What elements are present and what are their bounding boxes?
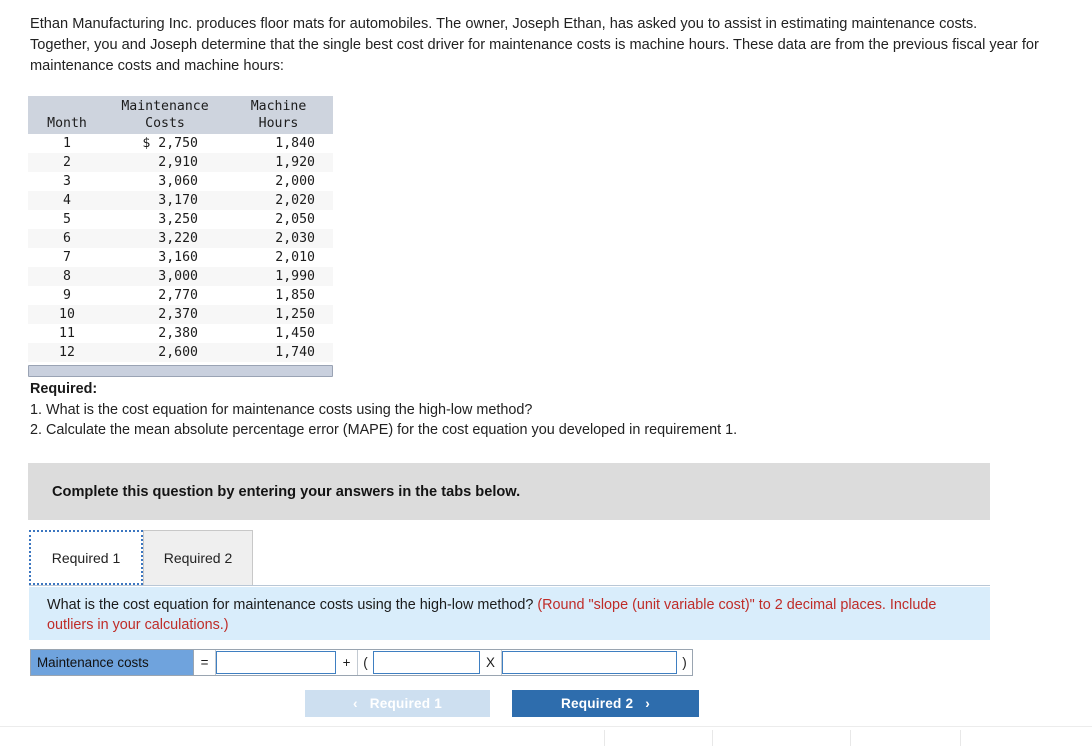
cell-maintenance-cost: 2,600 [106, 343, 224, 362]
tab-strip-baseline [29, 585, 990, 586]
column-header-month: Month [28, 96, 106, 134]
tab-required-2[interactable]: Required 2 [143, 530, 253, 585]
equation-label-cell: Maintenance costs [31, 650, 194, 675]
plus-sign: + [336, 650, 358, 675]
cell-maintenance-cost: 3,220 [106, 229, 224, 248]
tab-required-2-label: Required 2 [163, 550, 233, 566]
cell-month: 5 [63, 212, 71, 227]
cell-month: 6 [28, 229, 106, 248]
tab-required-1[interactable]: Required 1 [29, 530, 143, 585]
tab-required-1-label: Required 1 [51, 549, 121, 566]
cell-machine-hours: 2,050 [275, 212, 315, 227]
cell-machine-hours: 1,250 [224, 305, 333, 324]
cell-month: 7 [63, 250, 71, 265]
question-page: Ethan Manufacturing Inc. produces floor … [0, 0, 1092, 746]
open-paren: ( [358, 650, 373, 675]
data-table-container: Month Maintenance Costs Machine Hours 1 $… [28, 96, 333, 377]
next-required-button[interactable]: Required 2 › [512, 690, 699, 717]
bottom-grid-line [604, 730, 605, 746]
bottom-grid-line [850, 730, 851, 746]
table-row: 5 3,250 2,050 [28, 210, 333, 229]
next-required-button-label: Required 2 [561, 696, 634, 711]
cell-month: 3 [63, 174, 71, 189]
equals-sign: = [194, 650, 216, 675]
cell-machine-hours: 2,020 [224, 191, 333, 210]
cell-machine-hours: 2,010 [275, 250, 315, 265]
bottom-partial-table [0, 727, 1092, 746]
cell-machine-hours: 1,840 [275, 136, 315, 151]
intercept-input[interactable] [216, 651, 336, 674]
cell-month: 8 [28, 267, 106, 286]
cell-machine-hours: 1,740 [224, 343, 333, 362]
table-row: 7 3,160 2,010 [28, 248, 333, 267]
cell-month: 2 [28, 153, 106, 172]
bottom-grid-line [960, 730, 961, 746]
cell-maintenance-cost: 2,370 [106, 305, 224, 324]
cell-month: 1 [63, 136, 71, 151]
bottom-grid-line [712, 730, 713, 746]
cell-maintenance-cost: 2,910 [106, 153, 224, 172]
cost-driver-input[interactable] [502, 651, 677, 674]
scrollbar-thumb[interactable] [29, 366, 332, 376]
table-head: Month Maintenance Costs Machine Hours [28, 96, 333, 134]
table-row: 8 3,000 1,990 [28, 267, 333, 286]
answer-equation-row: Maintenance costs = + ( X ) [30, 649, 693, 676]
table-row: 6 3,220 2,030 [28, 229, 333, 248]
cell-month: 10 [28, 305, 106, 324]
table-row: 11 2,380 1,450 [28, 324, 333, 343]
cell-machine-hours: 2,000 [275, 174, 315, 189]
cell-maintenance-cost: 2,770 [158, 288, 198, 303]
table-row: 2 2,910 1,920 [28, 153, 333, 172]
cell-maintenance-cost: 3,060 [158, 174, 198, 189]
question-panel: What is the cost equation for maintenanc… [29, 587, 990, 640]
cell-maintenance-cost: 3,160 [158, 250, 198, 265]
table-header-row: Month Maintenance Costs Machine Hours [28, 96, 333, 134]
intro-paragraph: Ethan Manufacturing Inc. produces floor … [30, 16, 1039, 74]
cell-maintenance-cost: 3,170 [106, 191, 224, 210]
close-paren: ) [677, 650, 692, 675]
table-horizontal-scrollbar[interactable] [28, 365, 333, 377]
cell-month: 11 [59, 326, 75, 341]
chevron-left-icon: ‹ [353, 696, 358, 711]
required-block: Required: 1. What is the cost equation f… [30, 379, 1010, 441]
table-row: 4 3,170 2,020 [28, 191, 333, 210]
times-sign: X [480, 650, 502, 675]
previous-required-button-label: Required 1 [369, 696, 442, 711]
table-body: 1 $ 2,750 1,840 2 2,910 1,920 3 3,060 2,000 4 3,17… [28, 134, 333, 362]
cell-machine-hours: 1,920 [224, 153, 333, 172]
question-text: What is the cost equation for maintenanc… [47, 597, 534, 613]
cell-maintenance-cost: $ 2,750 [142, 136, 198, 151]
cell-machine-hours: 2,030 [224, 229, 333, 248]
required-title: Required: [30, 381, 98, 397]
table-row: 3 3,060 2,000 [28, 172, 333, 191]
cell-machine-hours: 1,990 [224, 267, 333, 286]
cell-maintenance-cost: 3,000 [106, 267, 224, 286]
table-row: 12 2,600 1,740 [28, 343, 333, 362]
cell-month: 9 [63, 288, 71, 303]
table-row: 9 2,770 1,850 [28, 286, 333, 305]
maintenance-data-table: Month Maintenance Costs Machine Hours 1 $… [28, 96, 333, 362]
previous-required-button[interactable]: ‹ Required 1 [305, 690, 490, 717]
instruction-banner: Complete this question by entering your … [28, 463, 990, 520]
cell-month: 12 [28, 343, 106, 362]
table-row: 10 2,370 1,250 [28, 305, 333, 324]
column-header-maintenance-costs: Maintenance Costs [106, 96, 224, 134]
tab-strip: Required 1 Required 2 [29, 530, 990, 586]
cell-month: 4 [28, 191, 106, 210]
required-item-1: 1. What is the cost equation for mainten… [30, 401, 533, 418]
chevron-right-icon: › [645, 696, 650, 711]
cell-machine-hours: 1,450 [275, 326, 315, 341]
table-row: 1 $ 2,750 1,840 [28, 134, 333, 153]
required-item-2: 2. Calculate the mean absolute percentag… [30, 422, 738, 438]
column-header-machine-hours: Machine Hours [224, 96, 333, 134]
slope-input[interactable] [373, 651, 480, 674]
instruction-banner-text: Complete this question by entering your … [52, 483, 521, 500]
cell-machine-hours: 1,850 [275, 288, 315, 303]
cell-maintenance-cost: 2,380 [158, 326, 198, 341]
cell-maintenance-cost: 3,250 [158, 212, 198, 227]
